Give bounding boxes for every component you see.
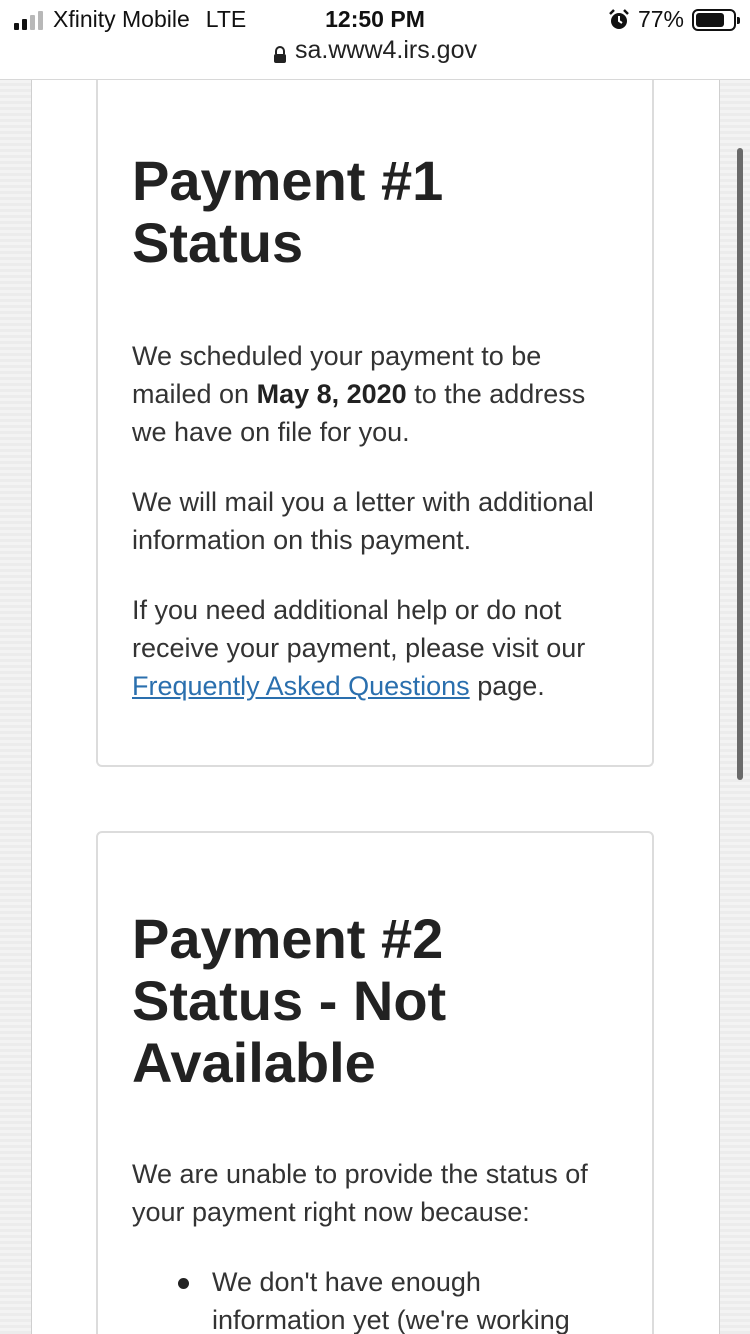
- payment-2-card: Payment #2 Status - Not Available We are…: [96, 831, 654, 1334]
- battery-icon: [692, 8, 740, 31]
- payment-1-help-text: If you need additional help or do not re…: [132, 591, 618, 705]
- url-bar[interactable]: sa.www4.irs.gov: [0, 36, 750, 65]
- payment-1-card: Payment #1 Status We scheduled your paym…: [96, 60, 654, 767]
- scrollbar[interactable]: [737, 148, 743, 780]
- payment-1-letter-text: We will mail you a letter with additiona…: [132, 487, 594, 555]
- mail-date: May 8, 2020: [256, 379, 407, 409]
- alarm-icon: [608, 8, 630, 31]
- reason-list-item: We don't have enough information yet (we…: [178, 1263, 618, 1334]
- battery-percent: 77%: [637, 6, 684, 32]
- status-right: 77%: [608, 6, 740, 33]
- faq-link[interactable]: Frequently Asked Questions: [132, 671, 470, 701]
- lock-icon: [273, 42, 287, 63]
- url-domain[interactable]: sa.www4.irs.gov: [295, 36, 477, 65]
- status-bar: Xfinity Mobile LTE 12:50 PM 77% sa.www4.…: [0, 0, 750, 80]
- payment-1-schedule-text: We scheduled your payment to be mailed o…: [132, 337, 618, 451]
- help-text-end: page.: [469, 671, 545, 701]
- payment-2-title: Payment #2 Status - Not Available: [132, 907, 447, 1094]
- help-text-start: If you need additional help or do not re…: [132, 595, 586, 663]
- payment-1-title: Payment #1 Status: [132, 149, 444, 274]
- reason-list: We don't have enough information yet (we…: [132, 1263, 618, 1334]
- payment-2-status-text: We are unable to provide the status of y…: [132, 1159, 588, 1227]
